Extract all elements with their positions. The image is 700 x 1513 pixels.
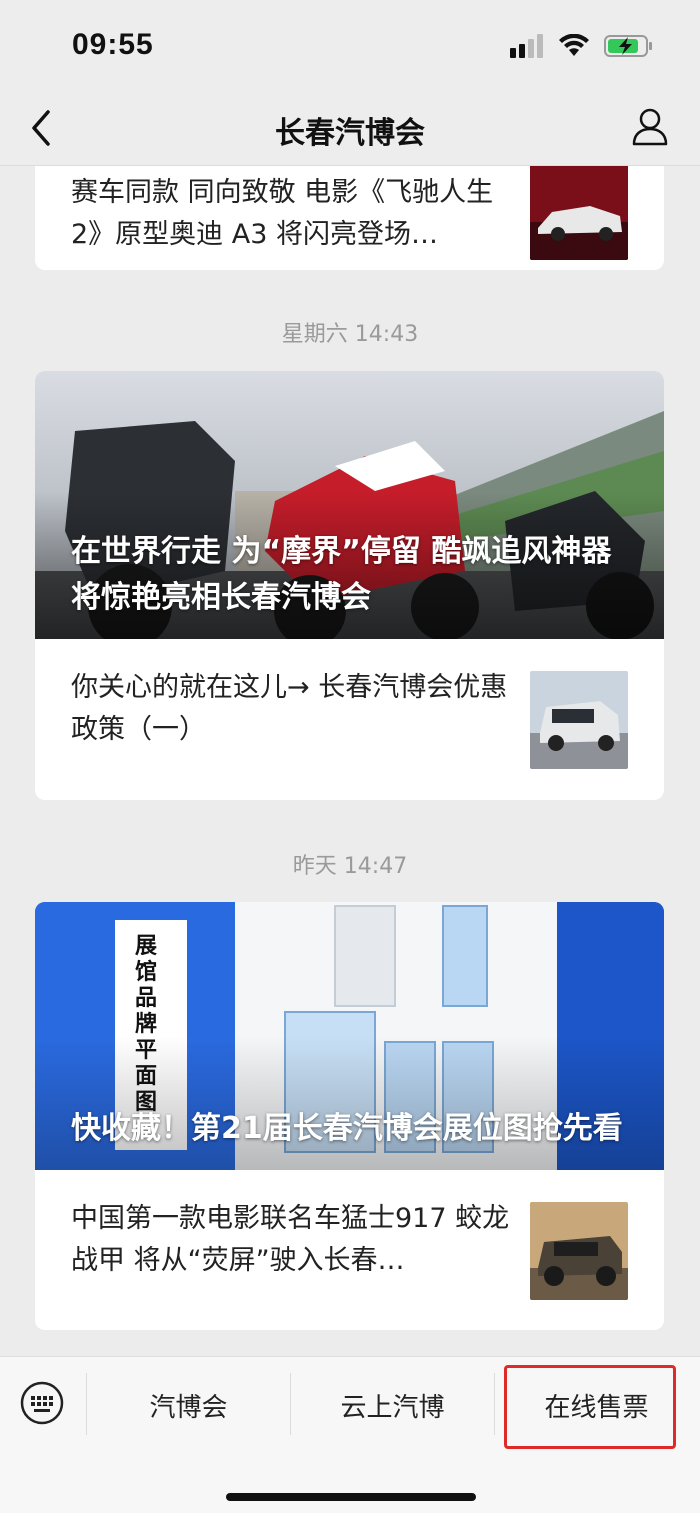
list-item[interactable]: 你关心的就在这儿→ 长春汽博会优惠政策（一） bbox=[35, 639, 664, 799]
hero-article-title: 快收藏！第21届长春汽博会展位图抢先看 bbox=[71, 1111, 623, 1146]
signal-icon bbox=[510, 34, 543, 58]
article-card-group: 展馆品牌平面图 快收藏！第21届长春汽博会展位图抢先看 中国第一款电影联名车猛士… bbox=[35, 902, 664, 1330]
menu-item-auto-expo[interactable]: 汽博会 bbox=[87, 1357, 290, 1453]
article-title: 你关心的就在这儿→ 长春汽博会优惠政策（一） bbox=[71, 672, 508, 745]
hero-article-title: 在世界行走 为“摩界”停留 酷飒追风神器将惊艳亮相长春汽博会 bbox=[71, 534, 612, 615]
hero-article[interactable]: 展馆品牌平面图 快收藏！第21届长春汽博会展位图抢先看 bbox=[35, 902, 664, 1170]
menu-item-cloud-expo[interactable]: 云上汽博 bbox=[291, 1357, 494, 1453]
article-thumbnail bbox=[530, 671, 628, 769]
article-title: 中国第一款电影联名车猛士917 蛟龙战甲 将从“荧屏”驶入长春… bbox=[71, 1203, 510, 1276]
article-thumbnail bbox=[530, 166, 628, 260]
article-card-partial[interactable]: 赛车同款 同向致敬 电影《飞驰人生2》原型奥迪 A3 将闪亮登场… bbox=[35, 166, 664, 270]
article-thumbnail bbox=[530, 1202, 628, 1300]
home-indicator[interactable] bbox=[226, 1493, 476, 1501]
article-card-group: 在世界行走 为“摩界”停留 酷飒追风神器将惊艳亮相长春汽博会 你关心的就在这儿→… bbox=[35, 371, 664, 800]
article-title: 赛车同款 同向致敬 电影《飞驰人生2》原型奥迪 A3 将闪亮登场… bbox=[71, 177, 494, 250]
bottom-menu-bar: 汽博会 云上汽博 在线售票 bbox=[0, 1356, 700, 1513]
floor-plan-poster-label: 展馆品牌平面图 bbox=[134, 934, 157, 1115]
message-timestamp: 昨天 14:47 bbox=[292, 854, 408, 879]
page-title: 长春汽博会 bbox=[275, 116, 425, 151]
hero-article[interactable]: 在世界行走 为“摩界”停留 酷飒追风神器将惊艳亮相长春汽博会 bbox=[35, 371, 664, 639]
battery-charging-icon bbox=[604, 35, 652, 57]
status-bar: 09:55 bbox=[0, 0, 700, 96]
status-icons bbox=[510, 34, 654, 58]
list-item[interactable]: 中国第一款电影联名车猛士917 蛟龙战甲 将从“荧屏”驶入长春… bbox=[35, 1170, 664, 1330]
keyboard-icon[interactable] bbox=[20, 1381, 64, 1425]
highlight-annotation-box bbox=[504, 1365, 676, 1449]
nav-bar: 长春汽博会 bbox=[0, 90, 700, 166]
status-time: 09:55 bbox=[72, 28, 154, 61]
message-list[interactable]: 赛车同款 同向致敬 电影《飞驰人生2》原型奥迪 A3 将闪亮登场… 星期六 14… bbox=[0, 166, 700, 1356]
wifi-icon bbox=[559, 34, 589, 56]
profile-icon[interactable] bbox=[630, 106, 670, 146]
list-item[interactable]: 赛车同款 同向致敬 电影《飞驰人生2》原型奥迪 A3 将闪亮登场… bbox=[35, 166, 664, 266]
message-timestamp: 星期六 14:43 bbox=[281, 322, 419, 347]
